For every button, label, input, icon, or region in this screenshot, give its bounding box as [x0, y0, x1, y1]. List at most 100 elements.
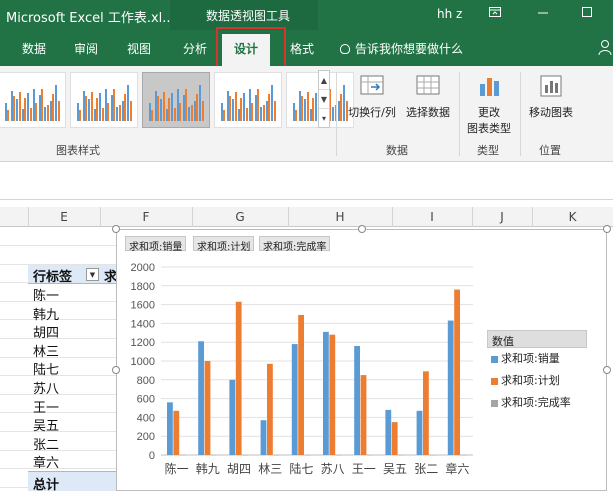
- pivot-row-item[interactable]: 章六: [33, 452, 59, 471]
- bar-plan[interactable]: [235, 301, 242, 455]
- filter-dropdown-icon[interactable]: ▼: [86, 268, 99, 281]
- pivot-row-item[interactable]: 吴五: [33, 415, 59, 434]
- pivot-row-item[interactable]: 林三: [33, 341, 59, 360]
- bar-plan[interactable]: [423, 371, 429, 455]
- bar-plan[interactable]: [298, 314, 304, 455]
- pivot-row-item[interactable]: 陆七: [33, 359, 59, 378]
- bar-plan[interactable]: [204, 361, 211, 455]
- gallery-more-icon[interactable]: ▾: [319, 109, 329, 128]
- pivot-row-item[interactable]: 王一: [33, 397, 59, 416]
- move-chart-button[interactable]: 移动图表: [524, 72, 578, 120]
- chart-resize-handle[interactable]: [603, 366, 611, 374]
- person-icon[interactable]: [598, 38, 612, 56]
- bar-completion[interactable]: [429, 454, 436, 456]
- bar-completion[interactable]: [179, 454, 186, 456]
- bar-completion[interactable]: [367, 454, 373, 456]
- chart-resize-handle[interactable]: [112, 225, 120, 233]
- chart-styles-gallery[interactable]: [0, 70, 354, 132]
- bar-completion[interactable]: [211, 454, 217, 456]
- column-header-f[interactable]: F: [100, 210, 192, 224]
- chart-resize-handle[interactable]: [358, 225, 366, 233]
- column-header-k[interactable]: K: [532, 210, 613, 224]
- x-tick-label: 韩九: [196, 461, 220, 476]
- column-header-j[interactable]: J: [472, 210, 532, 224]
- user-name[interactable]: hh z: [437, 7, 462, 21]
- switch-row-column-button[interactable]: 切换行/列: [344, 72, 400, 120]
- x-tick-label: 王一: [352, 462, 376, 476]
- bar-sales[interactable]: [354, 345, 360, 455]
- tab-analyze[interactable]: 分析: [183, 40, 207, 57]
- bar-completion[interactable]: [398, 454, 404, 456]
- column-header-g[interactable]: G: [192, 210, 288, 224]
- select-data-button[interactable]: 选择数据: [402, 72, 454, 120]
- thumbnail-bar: [295, 110, 298, 121]
- thumbnail-bar: [113, 89, 115, 121]
- restore-icon[interactable]: [578, 5, 596, 23]
- change-chart-type-button[interactable]: 更改 图表类型: [464, 72, 514, 136]
- bar-sales[interactable]: [416, 410, 423, 455]
- tab-review[interactable]: 审阅: [74, 40, 98, 57]
- column-header-i[interactable]: I: [392, 210, 472, 224]
- move-chart-icon: [537, 72, 565, 100]
- pivot-chart[interactable]: 求和项:销量 求和项:计划 求和项:完成率 0 200 400 600 800 1000 1…: [116, 229, 607, 491]
- thumbnail-bar: [257, 89, 259, 121]
- bar-sales[interactable]: [260, 420, 267, 455]
- bar-plan[interactable]: [267, 363, 273, 455]
- bar-plan[interactable]: [173, 410, 180, 455]
- chart-resize-handle[interactable]: [603, 225, 611, 233]
- legend-title[interactable]: 数值: [487, 330, 587, 348]
- bar-completion[interactable]: [335, 454, 342, 456]
- thumbnail-bar: [157, 96, 159, 121]
- bar-sales[interactable]: [291, 344, 298, 455]
- thumbnail-bar: [173, 108, 176, 121]
- tell-me-search[interactable]: 告诉我你想要做什么: [340, 40, 463, 57]
- bar-completion[interactable]: [242, 454, 248, 456]
- bar-sales[interactable]: [385, 409, 392, 455]
- chart-style-thumbnail[interactable]: [214, 72, 282, 128]
- ribbon-display-options-icon[interactable]: [486, 5, 504, 23]
- bar-completion[interactable]: [460, 454, 467, 456]
- window-title: Microsoft Excel 工作表.xl...: [6, 11, 175, 26]
- pivot-row-item[interactable]: 陈一: [33, 285, 59, 304]
- pivot-row-item[interactable]: 张二: [33, 434, 59, 453]
- thumbnail-bar: [96, 98, 99, 121]
- gallery-up-icon[interactable]: ▲: [319, 71, 329, 90]
- x-tick-label: 章六: [445, 461, 469, 476]
- chart-legend[interactable]: 数值 求和项:销量 求和项:计划 求和项:完成率: [487, 330, 587, 414]
- tab-format[interactable]: 格式: [290, 40, 314, 57]
- pivot-row-item[interactable]: 苏八: [33, 378, 59, 397]
- chart-resize-handle[interactable]: [112, 366, 120, 374]
- bar-plan[interactable]: [329, 334, 336, 455]
- pivot-row-item[interactable]: 韩九: [33, 304, 59, 323]
- formula-bar-area: [0, 162, 613, 200]
- column-header-h[interactable]: H: [288, 210, 392, 224]
- thumbnail-bar: [129, 101, 132, 121]
- legend-item-completion[interactable]: 求和项:完成率: [487, 392, 587, 414]
- pivot-row-label: 行标签: [33, 270, 73, 285]
- minimize-icon[interactable]: [534, 5, 552, 23]
- bar-sales[interactable]: [198, 341, 204, 455]
- bar-sales[interactable]: [167, 402, 173, 455]
- bar-plan[interactable]: [360, 375, 367, 455]
- pivot-row-item[interactable]: 胡四: [33, 322, 59, 341]
- bar-sales[interactable]: [323, 331, 329, 455]
- bar-completion[interactable]: [273, 454, 280, 456]
- gallery-scroll[interactable]: ▲ ▼ ▾: [318, 70, 330, 128]
- chart-style-thumbnail[interactable]: [0, 72, 66, 128]
- bar-sales[interactable]: [447, 320, 454, 455]
- tab-data[interactable]: 数据: [22, 40, 46, 57]
- bar-sales[interactable]: [229, 379, 236, 455]
- tab-view[interactable]: 视图: [127, 40, 151, 57]
- chart-style-thumbnail[interactable]: [70, 72, 138, 128]
- legend-item-plan[interactable]: 求和项:计划: [487, 370, 587, 392]
- bar-completion[interactable]: [304, 454, 311, 456]
- column-header-e[interactable]: E: [28, 210, 100, 224]
- chart-style-thumbnail[interactable]: [142, 72, 210, 128]
- ribbon-tabs: 数据 审阅 视图 分析 设计 格式 告诉我你想要做什么: [0, 30, 613, 66]
- bar-plan[interactable]: [454, 289, 460, 455]
- gallery-down-icon[interactable]: ▼: [319, 90, 329, 109]
- thumbnail-bar: [124, 94, 127, 121]
- legend-item-sales[interactable]: 求和项:销量: [487, 348, 587, 370]
- thumbnail-bar: [107, 103, 110, 121]
- bar-plan[interactable]: [391, 422, 398, 455]
